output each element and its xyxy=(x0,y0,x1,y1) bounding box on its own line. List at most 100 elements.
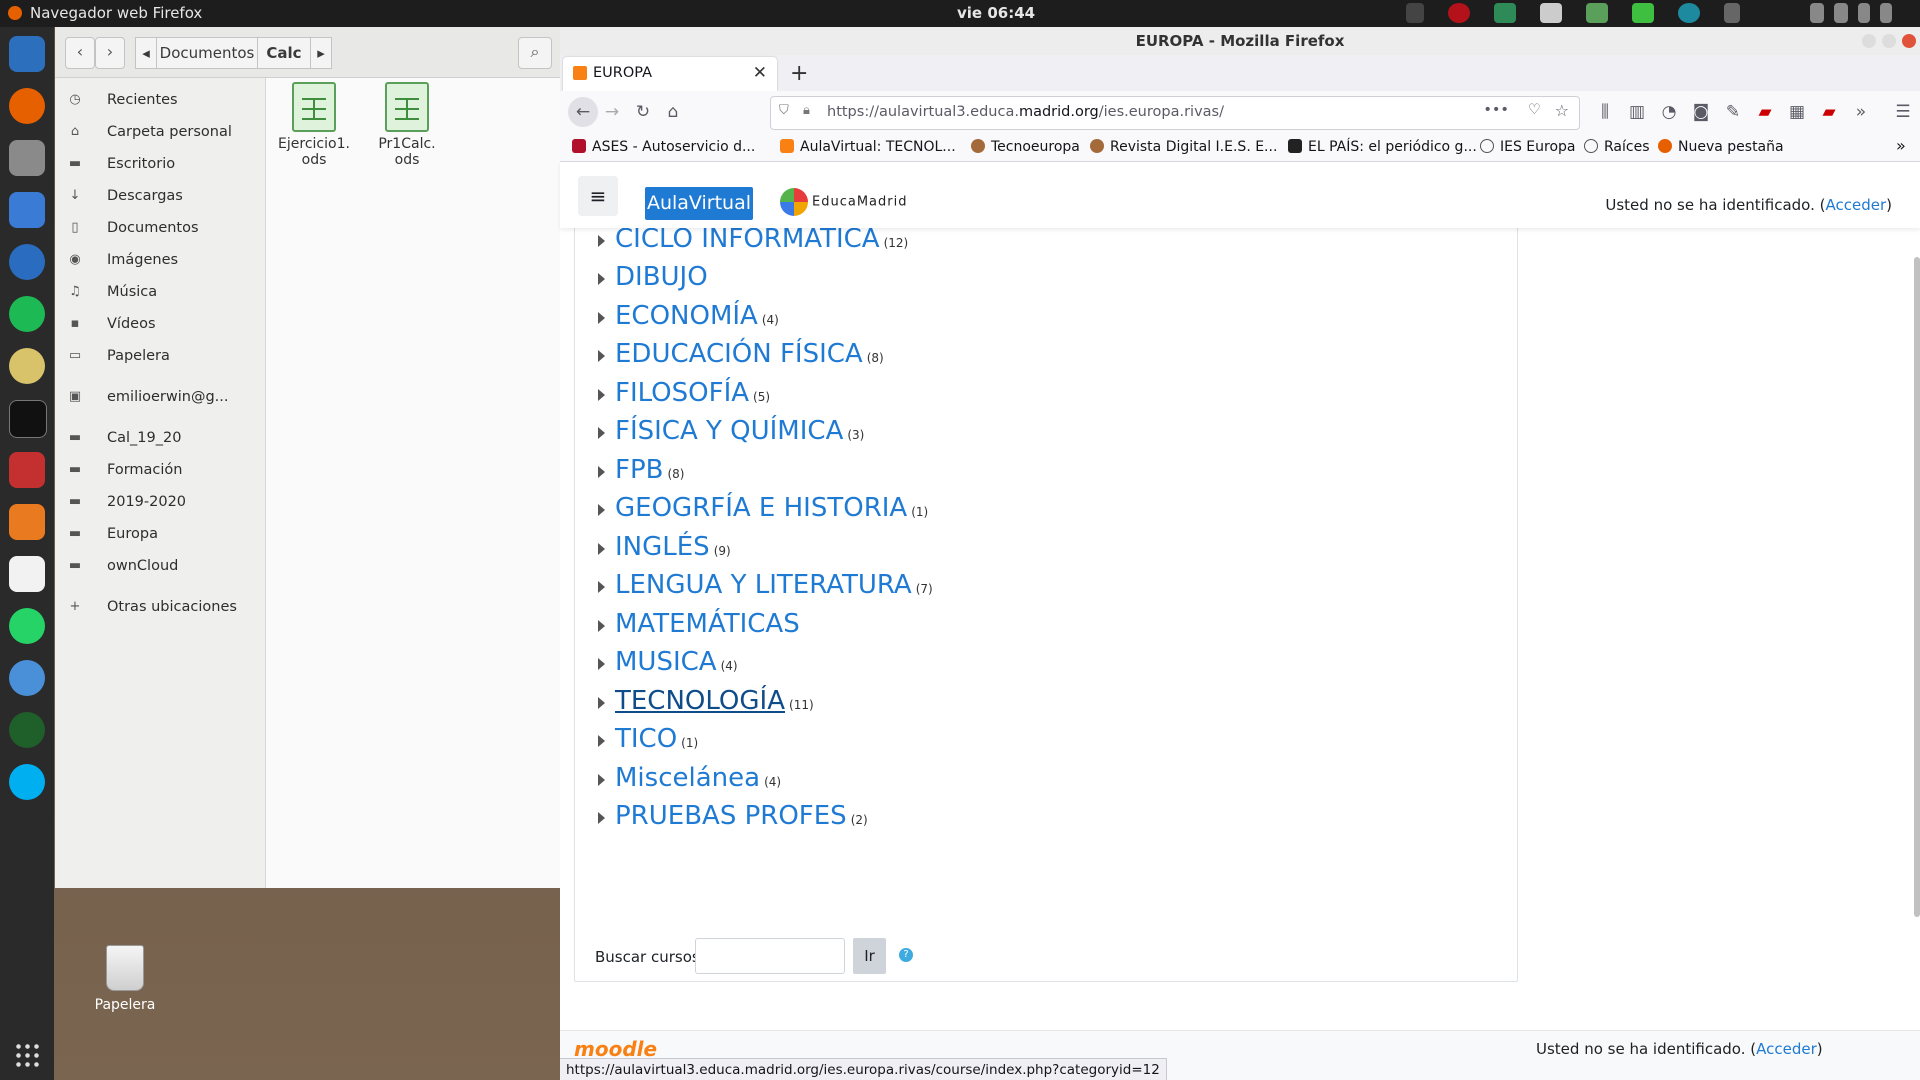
sidebar-item-descargas[interactable]: ↓ Descargas xyxy=(55,183,265,211)
forward-arrow-icon[interactable]: → xyxy=(601,101,623,123)
breadcrumb-calc[interactable]: Calc xyxy=(257,37,311,69)
firefox-dock-icon[interactable] xyxy=(9,88,45,124)
app-icon[interactable] xyxy=(9,660,45,696)
expand-triangle-icon[interactable] xyxy=(598,581,605,593)
breadcrumb-left-arrow[interactable]: ◂ xyxy=(135,37,157,69)
bookmark-raices[interactable]: Raíces xyxy=(1584,139,1650,155)
close-tab-icon[interactable]: ✕ xyxy=(753,63,767,83)
calendar-icon[interactable] xyxy=(9,192,45,228)
expand-triangle-icon[interactable] xyxy=(598,735,605,747)
category-link[interactable]: GEOGRFÍA E HISTORIA xyxy=(615,493,907,523)
category-item[interactable]: GEOGRFÍA E HISTORIA (1) xyxy=(598,493,928,523)
bookmark-revista[interactable]: Revista Digital I.E.S. E... xyxy=(1090,139,1277,155)
file-item[interactable]: Pr1Calc. ods xyxy=(361,82,453,168)
educamadrid-logo[interactable]: EducaMadrid xyxy=(780,188,907,216)
dropbox-icon[interactable] xyxy=(1540,3,1562,23)
maximize-button[interactable] xyxy=(1882,34,1896,48)
sidebar-item-documentos[interactable]: ▯ Documentos xyxy=(55,215,265,243)
bookmark-tecnoeuropa[interactable]: Tecnoeuropa xyxy=(971,139,1080,155)
category-link[interactable]: TICO xyxy=(615,724,677,754)
category-item[interactable]: MATEMÁTICAS xyxy=(598,609,804,639)
sidebar-item-owncloud[interactable]: ▬ ownCloud xyxy=(55,553,265,581)
category-item[interactable]: TICO (1) xyxy=(598,724,698,754)
reload-icon[interactable]: ↻ xyxy=(632,101,654,123)
category-link[interactable]: FÍSICA Y QUÍMICA xyxy=(615,416,843,446)
category-item[interactable]: INGLÉS (9) xyxy=(598,532,731,562)
wifi-icon[interactable] xyxy=(1810,3,1824,23)
expand-triangle-icon[interactable] xyxy=(598,388,605,401)
category-item[interactable]: LENGUA Y LITERATURA (7) xyxy=(598,570,933,600)
app-grid-icon[interactable] xyxy=(14,1042,40,1068)
expand-triangle-icon[interactable] xyxy=(598,504,605,516)
expand-triangle-icon[interactable] xyxy=(598,234,605,247)
library-icon[interactable]: ⫼ xyxy=(1594,101,1616,123)
shield-icon[interactable] xyxy=(1494,3,1516,23)
vpn-icon[interactable] xyxy=(1678,3,1700,23)
whatsapp-icon[interactable] xyxy=(9,608,45,644)
bookmark-aulavirtual[interactable]: AulaVirtual: TECNOL... xyxy=(780,139,956,155)
new-tab-icon[interactable]: + xyxy=(790,61,808,86)
category-item[interactable]: PRUEBAS PROFES (2) xyxy=(598,801,868,831)
terminal-icon[interactable] xyxy=(9,400,47,438)
sidebar-item-formacion[interactable]: ▬ Formación xyxy=(55,457,265,485)
bookmark-el-pais[interactable]: EL PAÍS: el periódico g... xyxy=(1288,139,1477,155)
record-icon[interactable] xyxy=(1448,3,1470,23)
rhythmbox-icon[interactable] xyxy=(9,348,45,384)
hamburger-menu-icon[interactable]: ≡ xyxy=(578,176,618,216)
settings-icon[interactable] xyxy=(9,452,45,488)
bookmarks-overflow-icon[interactable]: » xyxy=(1896,136,1906,155)
impress-icon[interactable] xyxy=(9,504,45,540)
category-link[interactable]: EDUCACIÓN FÍSICA xyxy=(615,339,863,369)
category-item[interactable]: CICLO INFORMÁTICA (12) xyxy=(598,224,908,254)
category-item[interactable]: Miscelánea (4) xyxy=(598,763,781,793)
category-item[interactable]: DIBUJO xyxy=(598,262,712,292)
clock[interactable]: vie 06:44 xyxy=(957,4,1035,22)
app-menu[interactable]: Navegador web Firefox xyxy=(30,4,202,22)
screen-icon[interactable] xyxy=(1406,3,1424,23)
sidebar-item-cal-19-20[interactable]: ▬ Cal_19_20 xyxy=(55,425,265,453)
sidebar-item-otras-ubicaciones[interactable]: + Otras ubicaciones xyxy=(55,594,265,622)
expand-triangle-icon[interactable] xyxy=(598,696,605,709)
home-icon[interactable]: ⌂ xyxy=(662,101,684,123)
url-bar[interactable]: ⛉ 🔒︎ https://aulavirtual3.educa.madrid.o… xyxy=(770,96,1580,130)
workspace-icon[interactable] xyxy=(1724,3,1740,23)
sidebar-item-musica[interactable]: ♫ Música xyxy=(55,279,265,307)
lock-icon[interactable]: 🔒︎ xyxy=(803,103,810,118)
thunderbird-icon[interactable] xyxy=(9,244,45,280)
category-item[interactable]: FPB (8) xyxy=(598,455,684,485)
sync-icon[interactable] xyxy=(1586,3,1608,23)
expand-triangle-icon[interactable] xyxy=(598,311,605,324)
aulavirtual-brand[interactable]: AulaVirtual xyxy=(645,187,753,220)
category-item[interactable]: MUSICA (4) xyxy=(598,647,738,677)
tab-europa[interactable]: EUROPA ✕ xyxy=(563,57,777,91)
document-viewer-icon[interactable] xyxy=(9,556,45,592)
expand-triangle-icon[interactable] xyxy=(598,273,605,285)
expand-triangle-icon[interactable] xyxy=(598,427,605,439)
expand-triangle-icon[interactable] xyxy=(598,542,605,555)
category-item[interactable]: TECNOLOGÍA (11) xyxy=(598,686,814,716)
more-actions-icon[interactable]: ••• xyxy=(1483,102,1509,118)
breadcrumb-right-arrow[interactable]: ▸ xyxy=(310,37,332,69)
category-link[interactable]: PRUEBAS PROFES xyxy=(615,801,847,831)
sidebar-icon[interactable]: ▥ xyxy=(1626,101,1648,123)
bookmark-ies-europa[interactable]: IES Europa xyxy=(1480,139,1576,155)
breadcrumb-documentos[interactable]: Documentos xyxy=(156,37,258,69)
category-link[interactable]: ECONOMÍA xyxy=(615,301,758,331)
globe-icon[interactable] xyxy=(9,712,45,748)
extension-icon[interactable]: ◙ xyxy=(1690,101,1712,123)
category-item[interactable]: FÍSICA Y QUÍMICA (3) xyxy=(598,416,864,446)
category-item[interactable]: FILOSOFÍA (5) xyxy=(598,378,770,408)
category-link[interactable]: CICLO INFORMÁTICA xyxy=(615,224,880,254)
account-icon[interactable]: ◔ xyxy=(1658,101,1680,123)
login-link[interactable]: Acceder xyxy=(1826,196,1887,214)
category-link[interactable]: FILOSOFÍA xyxy=(615,378,749,408)
writer-icon[interactable] xyxy=(9,36,45,72)
category-link[interactable]: Miscelánea xyxy=(615,763,760,793)
bookmark-star-icon[interactable]: ☆ xyxy=(1555,101,1569,120)
search-go-button[interactable]: Ir xyxy=(853,938,886,974)
expand-triangle-icon[interactable] xyxy=(598,812,605,824)
pocket-icon[interactable]: ♡ xyxy=(1528,102,1541,118)
extension-icon[interactable]: ✎ xyxy=(1722,101,1744,123)
category-item[interactable]: EDUCACIÓN FÍSICA (8) xyxy=(598,339,884,369)
category-link[interactable]: FPB xyxy=(615,455,663,485)
